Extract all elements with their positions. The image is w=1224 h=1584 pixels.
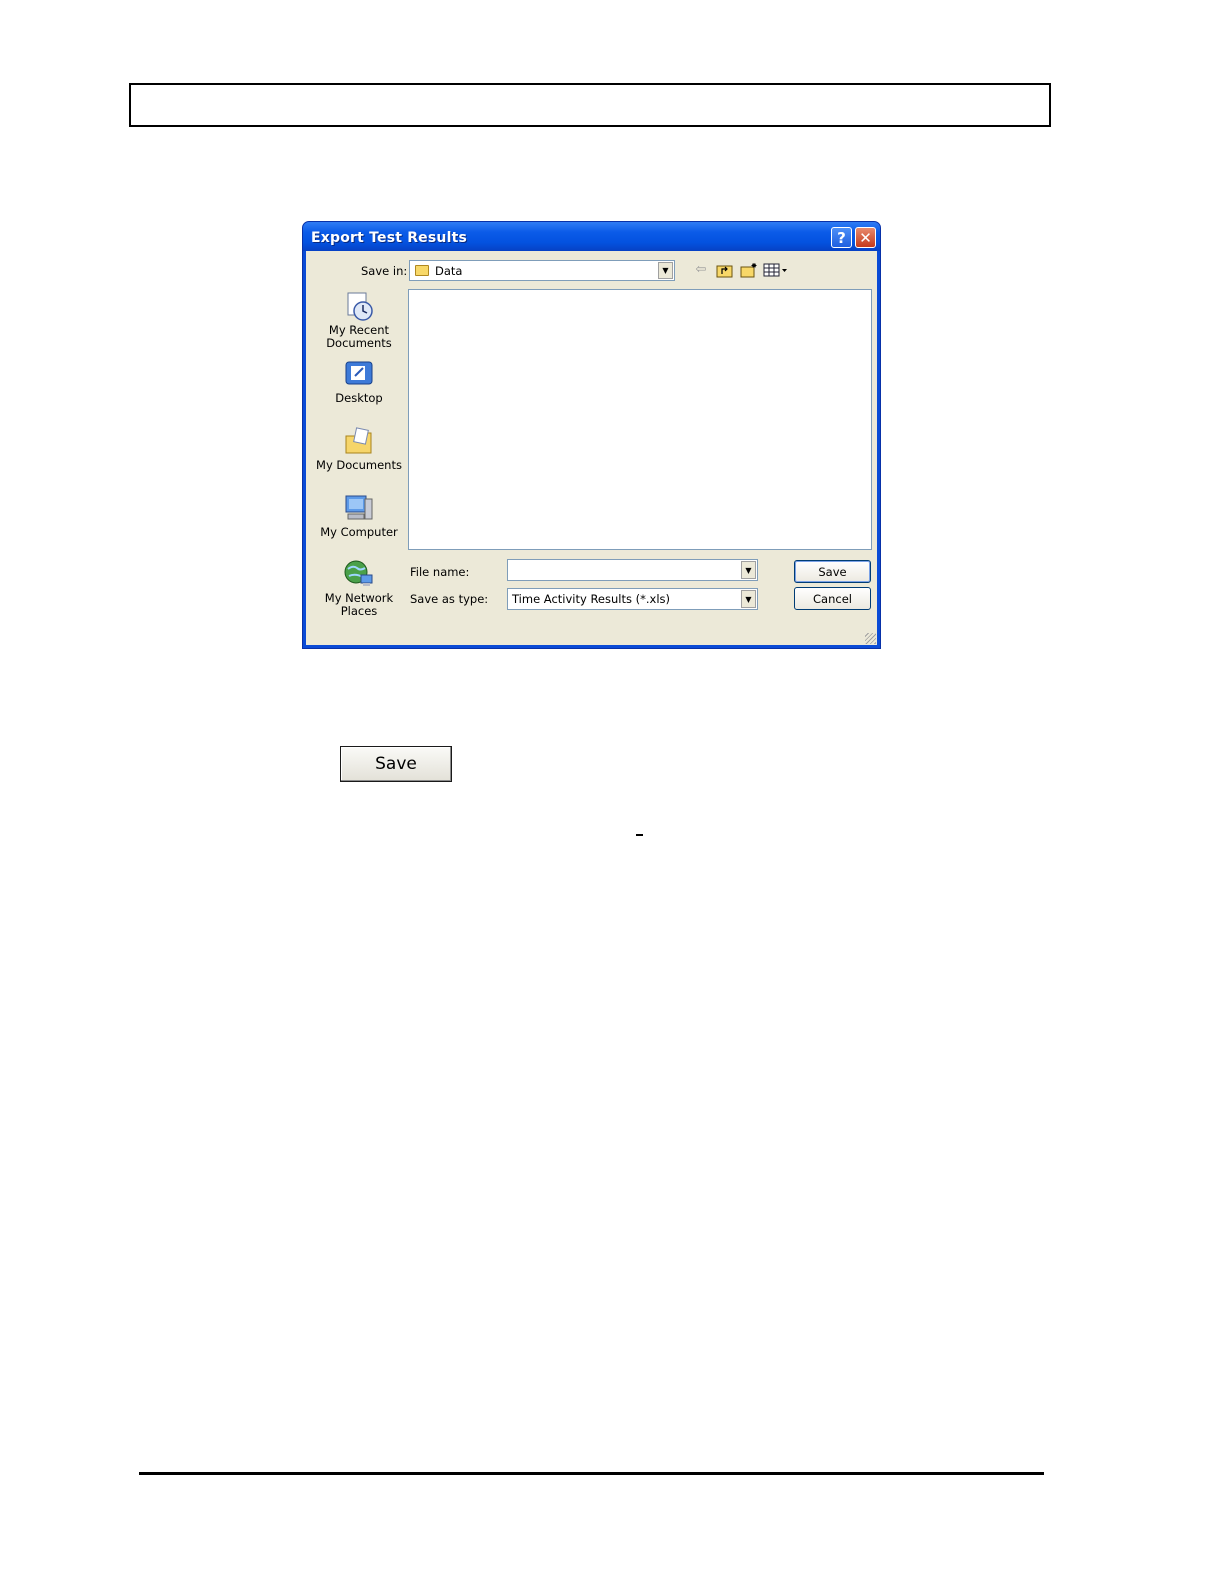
place-my-network-places[interactable]: My Network Places <box>316 559 402 618</box>
close-button[interactable]: ✕ <box>855 227 876 248</box>
page-header-box <box>129 83 1051 127</box>
save-in-label: Save in: <box>361 264 408 278</box>
save-as-type-label: Save as type: <box>410 592 489 606</box>
cancel-button-label: Cancel <box>813 591 852 606</box>
recent-documents-icon <box>347 292 373 321</box>
save-button[interactable]: Save <box>794 560 871 583</box>
chevron-down-icon[interactable]: ▼ <box>658 262 673 279</box>
help-button[interactable]: ? <box>831 227 852 248</box>
back-arrow-icon[interactable]: ⇦ <box>692 262 710 278</box>
place-desktop[interactable]: Desktop <box>316 359 402 405</box>
up-folder-icon[interactable] <box>716 262 734 278</box>
network-places-icon <box>344 560 373 586</box>
new-folder-icon[interactable] <box>740 262 758 278</box>
file-list[interactable] <box>408 289 872 550</box>
save-button-label: Save <box>818 564 847 579</box>
export-dialog: Export Test Results ? ✕ Save in: Data ▼ … <box>302 221 881 649</box>
file-name-label: File name: <box>410 565 470 579</box>
place-label: My Documents <box>316 458 402 472</box>
my-computer-icon <box>345 495 373 520</box>
place-label: My Computer <box>320 525 398 539</box>
place-label: My Recent Documents <box>326 323 392 350</box>
my-documents-icon <box>345 427 372 454</box>
dialog-body: Save in: Data ▼ ⇦ My Recent Documents De… <box>306 251 877 645</box>
dash-mark <box>636 834 643 836</box>
file-name-combo[interactable]: ▼ <box>507 559 758 581</box>
folder-icon <box>415 265 429 276</box>
standalone-save-label: Save <box>375 754 417 774</box>
place-label: Desktop <box>335 391 383 405</box>
cancel-button[interactable]: Cancel <box>794 587 871 610</box>
place-my-documents[interactable]: My Documents <box>316 426 402 472</box>
footer-rule <box>139 1472 1044 1475</box>
standalone-save-button[interactable]: Save <box>340 746 452 782</box>
save-as-type-value: Time Activity Results (*.xls) <box>512 592 671 606</box>
desktop-icon <box>345 361 373 385</box>
place-my-recent-documents[interactable]: My Recent Documents <box>316 291 402 350</box>
resize-grip[interactable] <box>865 633 876 644</box>
help-icon: ? <box>837 228 846 247</box>
place-my-computer[interactable]: My Computer <box>316 493 402 539</box>
chevron-down-icon[interactable]: ▼ <box>741 590 756 608</box>
dialog-title: Export Test Results <box>311 230 467 246</box>
views-menu-icon[interactable] <box>763 262 789 278</box>
place-label: My Network Places <box>324 591 394 618</box>
close-icon: ✕ <box>859 228 872 247</box>
save-in-dropdown[interactable]: Data ▼ <box>409 260 675 281</box>
save-in-value: Data <box>435 264 463 278</box>
dialog-titlebar[interactable]: Export Test Results ? ✕ <box>303 222 880 251</box>
save-as-type-dropdown[interactable]: Time Activity Results (*.xls) ▼ <box>507 588 758 610</box>
chevron-down-icon[interactable]: ▼ <box>741 561 756 579</box>
